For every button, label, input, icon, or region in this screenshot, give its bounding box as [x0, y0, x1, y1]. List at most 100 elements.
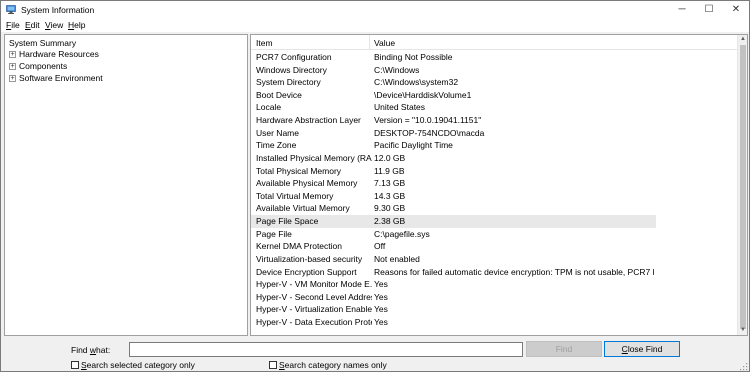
menu-help-rest: elp — [74, 20, 86, 30]
row-item-cell: Page File — [256, 228, 292, 239]
table-row[interactable]: Hyper-V - VM Monitor Mode E... Yes — [251, 278, 737, 291]
row-value-cell: Version = "10.0.19041.1151" — [374, 115, 482, 126]
vertical-scrollbar[interactable]: ▲ ▼ — [737, 35, 747, 335]
column-divider[interactable] — [369, 35, 370, 49]
checkbox-box[interactable] — [269, 361, 277, 369]
close-find-button[interactable]: Close Find — [604, 341, 680, 357]
row-item-cell: Locale — [256, 102, 282, 113]
row-value-cell: Yes — [374, 291, 388, 302]
find-label-suffix: hat: — [96, 345, 111, 355]
table-row[interactable]: Hyper-V - Data Execution Prote... Yes — [251, 316, 737, 329]
table-row[interactable]: Locale United States — [251, 101, 737, 114]
find-what-input[interactable] — [129, 342, 523, 357]
row-item-cell: Hyper-V - VM Monitor Mode E... — [256, 279, 372, 290]
table-row[interactable]: Virtualization-based security Not enabled — [251, 253, 737, 266]
row-value-cell: C:\Windows — [374, 64, 420, 75]
row-item-cell: Boot Device — [256, 89, 302, 100]
search-category-names-checkbox[interactable]: Search category names only — [269, 360, 387, 370]
row-item-cell: Kernel DMA Protection — [256, 241, 342, 252]
menu-help[interactable]: Help — [68, 20, 85, 30]
close-find-label: lose Find — [627, 344, 663, 354]
menu-edit[interactable]: Edit — [25, 20, 40, 30]
search-selected-category-checkbox[interactable]: Search selected category only — [71, 360, 195, 370]
expand-plus-icon[interactable]: + — [9, 63, 16, 71]
row-item-cell: Available Physical Memory — [256, 178, 358, 189]
resize-grip-icon[interactable] — [740, 363, 748, 371]
row-item-cell: PCR7 Configuration — [256, 52, 332, 62]
row-value-cell: Yes — [374, 279, 388, 290]
table-row[interactable]: Boot Device \Device\HarddiskVolume1 — [251, 89, 737, 102]
scroll-down-icon[interactable]: ▼ — [738, 326, 747, 335]
tree-item-label: Hardware Resources — [19, 49, 99, 59]
column-header-value[interactable]: Value — [374, 38, 395, 48]
find-label-prefix: Find — [71, 345, 90, 355]
table-row[interactable]: Total Virtual Memory 14.3 GB — [251, 190, 737, 203]
maximize-button[interactable]: ☐ — [695, 1, 723, 18]
row-item-cell: User Name — [256, 127, 299, 138]
table-row[interactable]: Hyper-V - Second Level Addres... Yes — [251, 291, 737, 304]
row-item-cell: Time Zone — [256, 140, 297, 151]
row-value-cell: C:\Windows\system32 — [374, 77, 459, 88]
tree-item-software-environment[interactable]: + Software Environment — [9, 73, 103, 84]
checkbox-box[interactable] — [71, 361, 79, 369]
find-button[interactable]: Find — [526, 341, 602, 357]
menu-bar: File Edit View Help — [1, 18, 749, 32]
table-row[interactable]: Available Virtual Memory 9.30 GB — [251, 202, 737, 215]
table-row[interactable]: Page File Space 2.38 GB — [251, 215, 656, 228]
row-value-cell: United States — [374, 102, 426, 113]
table-row[interactable]: System Directory C:\Windows\system32 — [251, 76, 737, 89]
row-value-cell: 2.38 GB — [374, 216, 406, 227]
row-value-cell: Yes — [374, 317, 388, 328]
details-list[interactable]: Item Value PCR7 Configuration Binding Not… — [250, 34, 748, 336]
menu-file[interactable]: File — [6, 20, 20, 30]
row-value-cell: 7.13 GB — [374, 178, 406, 189]
table-row[interactable]: PCR7 Configuration Binding Not Possible — [251, 51, 737, 64]
table-row[interactable]: Kernel DMA Protection Off — [251, 240, 737, 253]
find-bar: Find what: Find Close Find Search select… — [1, 338, 749, 372]
table-row[interactable]: Total Physical Memory 11.9 GB — [251, 165, 737, 178]
menu-view[interactable]: View — [45, 20, 63, 30]
table-row[interactable]: Hardware Abstraction Layer Version = "10.… — [251, 114, 737, 127]
tree-item-label: Components — [19, 61, 68, 71]
tree-item-hardware-resources[interactable]: + Hardware Resources — [9, 49, 99, 60]
menu-view-rest: iew — [50, 20, 64, 30]
minimize-button[interactable]: ─ — [668, 1, 696, 18]
expand-plus-icon[interactable]: + — [9, 51, 16, 59]
table-row[interactable]: Time Zone Pacific Daylight Time — [251, 139, 737, 152]
row-value-cell: Yes — [374, 304, 388, 315]
title-bar[interactable]: System Information ─ ☐ ✕ — [1, 1, 749, 18]
tree-item-system-summary[interactable]: System Summary — [8, 38, 78, 48]
row-value-cell: 14.3 GB — [374, 190, 406, 201]
row-item-cell: Total Virtual Memory — [256, 190, 334, 201]
row-value-cell: DESKTOP-754NCDO\macda — [374, 127, 485, 138]
checkbox-label: earch category names only — [284, 360, 387, 370]
table-row[interactable]: Available Physical Memory 7.13 GB — [251, 177, 737, 190]
row-value-cell: Not enabled — [374, 253, 420, 264]
table-row[interactable]: Installed Physical Memory (RAM) 12.0 GB — [251, 152, 737, 165]
table-row[interactable]: User Name DESKTOP-754NCDO\macda — [251, 127, 737, 140]
checkbox-label: earch selected category only — [86, 360, 195, 370]
category-tree[interactable]: System Summary + Hardware Resources + Comp… — [4, 34, 248, 336]
row-item-cell: Page File Space — [256, 216, 319, 227]
row-item-cell: Hardware Abstraction Layer — [256, 115, 361, 126]
row-value-cell: Off — [374, 241, 386, 252]
scrollbar-thumb[interactable] — [740, 45, 746, 329]
row-item-cell: Device Encryption Support — [256, 266, 357, 277]
row-item-cell: Virtualization-based security — [256, 253, 363, 264]
row-item-cell: Hyper-V - Data Execution Prote... — [256, 317, 372, 328]
list-header: Item Value — [251, 35, 737, 50]
table-row[interactable]: Page File C:\pagefile.sys — [251, 228, 737, 241]
tree-item-label: Software Environment — [19, 73, 103, 83]
row-value-cell: Reasons for failed automatic device encr… — [374, 266, 654, 277]
close-button[interactable]: ✕ — [722, 1, 750, 18]
scroll-up-icon[interactable]: ▲ — [738, 35, 747, 44]
row-value-cell: \Device\HarddiskVolume1 — [374, 89, 472, 100]
system-information-window: System Information ─ ☐ ✕ File Edit View … — [0, 0, 750, 372]
table-row[interactable]: Windows Directory C:\Windows — [251, 64, 737, 77]
tree-item-components[interactable]: + Components — [9, 61, 67, 72]
expand-plus-icon[interactable]: + — [9, 75, 16, 83]
column-header-item[interactable]: Item — [256, 38, 273, 48]
table-row[interactable]: Hyper-V - Virtualization Enable... Yes — [251, 303, 737, 316]
table-row[interactable]: Device Encryption Support Reasons for fai… — [251, 266, 737, 279]
system-information-app-icon — [6, 5, 16, 14]
